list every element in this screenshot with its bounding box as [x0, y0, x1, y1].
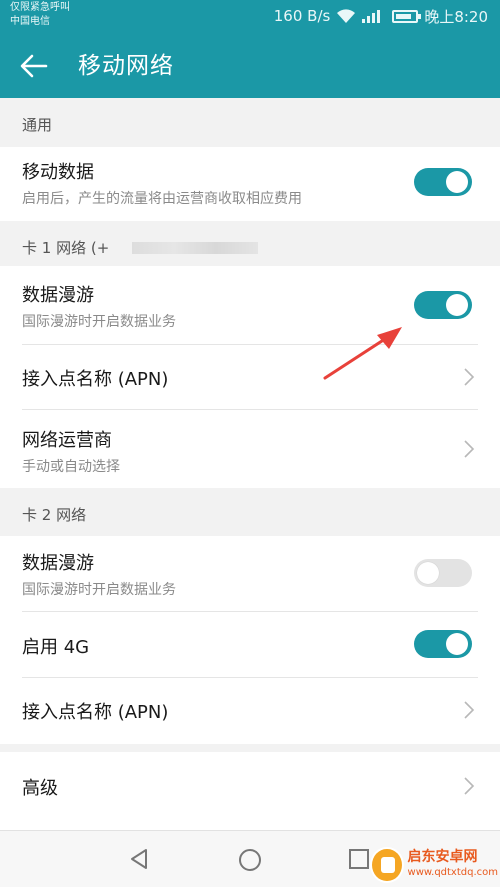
watermark-text: 启东安卓网 www.qdtxtdq.com: [408, 850, 498, 880]
nav-home-icon[interactable]: [237, 847, 263, 873]
watermark-name: 启东安卓网: [407, 849, 478, 865]
watermark-url: www.qdtxtdq.com: [407, 867, 498, 878]
watermark: 启东安卓网 www.qdtxtdq.com: [370, 845, 498, 885]
annotation-arrow-icon: [323, 327, 402, 380]
nav-back-icon[interactable]: [128, 847, 152, 871]
watermark-logo-icon: [370, 847, 404, 883]
nav-recent-icon[interactable]: [347, 847, 371, 871]
